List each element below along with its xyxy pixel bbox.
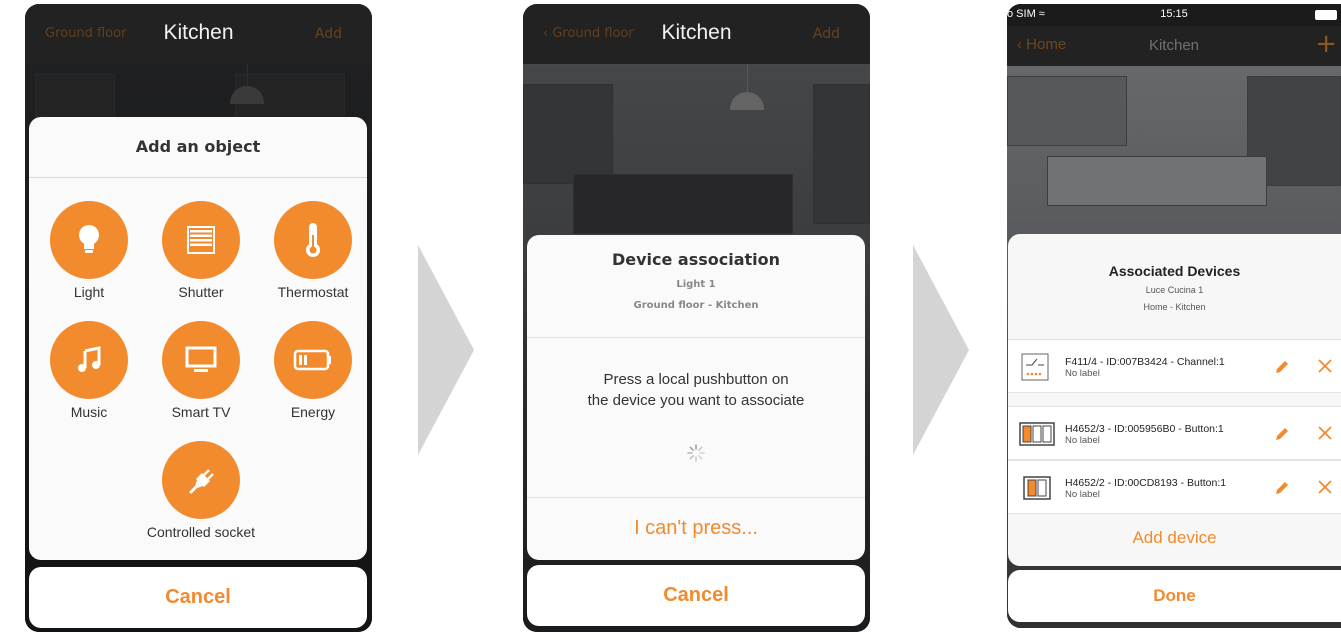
divider bbox=[527, 497, 865, 498]
phone-associated-devices: o SIM ≈ 15:15 ‹ Home Kitchen + Associate… bbox=[1007, 4, 1341, 628]
status-time: 15:15 bbox=[1160, 8, 1188, 20]
object-label: Smart TV bbox=[171, 404, 231, 420]
nav-bar: ‹ Ground floor Kitchen Add bbox=[523, 4, 870, 64]
device-association-sheet: Device association Light 1 Ground floor … bbox=[527, 235, 865, 560]
cant-press-button[interactable]: I can't press... bbox=[527, 517, 865, 540]
phone-device-association: ‹ Ground floor Kitchen Add Device associ… bbox=[523, 4, 870, 632]
object-label: Controlled socket bbox=[146, 524, 256, 540]
battery-icon bbox=[1315, 10, 1337, 20]
triple-button-icon bbox=[1019, 420, 1055, 448]
device-label: No label bbox=[1065, 489, 1100, 500]
cancel-button[interactable]: Cancel bbox=[527, 565, 865, 626]
spinner-icon bbox=[687, 444, 705, 462]
object-energy[interactable]: Energy bbox=[263, 321, 363, 420]
object-thermostat[interactable]: Thermostat bbox=[263, 201, 363, 300]
object-controlled-socket[interactable]: Controlled socket bbox=[131, 441, 271, 540]
close-icon[interactable] bbox=[1315, 356, 1335, 376]
nav-add-button[interactable]: Add bbox=[813, 26, 840, 42]
battery-icon bbox=[274, 321, 352, 399]
instruction-line-2: the device you want to associate bbox=[587, 392, 805, 409]
music-note-icon bbox=[50, 321, 128, 399]
status-bar: o SIM ≈ 15:15 bbox=[1007, 4, 1341, 26]
divider bbox=[527, 337, 865, 338]
object-shutter[interactable]: Shutter bbox=[151, 201, 251, 300]
instruction-line-1: Press a local pushbutton on bbox=[603, 371, 789, 388]
add-object-sheet: Add an object Light Shutter Thermostat M… bbox=[29, 117, 367, 560]
device-label: No label bbox=[1065, 435, 1100, 446]
device-row[interactable]: H4652/2 - ID:00CD8193 - Button:1 No labe… bbox=[1008, 460, 1341, 514]
close-icon[interactable] bbox=[1315, 477, 1335, 497]
nav-add-button[interactable]: Add bbox=[315, 26, 342, 42]
device-label: No label bbox=[1065, 368, 1100, 379]
shutter-icon bbox=[162, 201, 240, 279]
object-light[interactable]: Light bbox=[39, 201, 139, 300]
stage: Ground floor Kitchen Add Add an object L… bbox=[0, 0, 1341, 632]
device-id: H4652/2 - ID:00CD8193 - Button:1 bbox=[1065, 477, 1227, 489]
done-button[interactable]: Done bbox=[1008, 570, 1341, 622]
object-smart-tv[interactable]: Smart TV bbox=[151, 321, 251, 420]
object-label: Energy bbox=[290, 404, 336, 420]
device-id: H4652/3 - ID:005956B0 - Button:1 bbox=[1065, 423, 1224, 435]
add-device-button[interactable]: Add device bbox=[1008, 528, 1341, 548]
instruction-text: Press a local pushbutton on the device y… bbox=[527, 369, 865, 411]
tv-icon bbox=[162, 321, 240, 399]
nav-bar: ‹ Home Kitchen + bbox=[1007, 26, 1341, 66]
object-music[interactable]: Music bbox=[39, 321, 139, 420]
sheet-title: Add an object bbox=[29, 117, 367, 178]
object-label: Thermostat bbox=[277, 284, 349, 300]
device-row[interactable]: F411/4 - ID:007B3424 - Channel:1 No labe… bbox=[1008, 339, 1341, 393]
nav-title: Kitchen bbox=[1148, 37, 1200, 54]
cancel-button[interactable]: Cancel bbox=[29, 567, 367, 628]
device-name: Light 1 bbox=[676, 279, 716, 290]
sheet-title: Associated Devices bbox=[1108, 263, 1241, 279]
object-label: Shutter bbox=[178, 284, 224, 300]
pencil-icon[interactable] bbox=[1272, 357, 1292, 377]
sheet-title: Device association bbox=[611, 250, 781, 269]
device-row[interactable]: H4652/3 - ID:005956B0 - Button:1 No labe… bbox=[1008, 406, 1341, 460]
device-id: F411/4 - ID:007B3424 - Channel:1 bbox=[1065, 356, 1225, 368]
step-arrow-icon bbox=[418, 245, 474, 455]
double-button-icon bbox=[1023, 474, 1051, 502]
device-location: Ground floor - Kitchen bbox=[633, 300, 759, 311]
object-label: Music bbox=[70, 404, 108, 420]
associated-devices-sheet: Associated Devices Luce Cucina 1 Home - … bbox=[1008, 234, 1341, 566]
thermometer-icon bbox=[274, 201, 352, 279]
bulb-icon bbox=[50, 201, 128, 279]
phone-add-object: Ground floor Kitchen Add Add an object L… bbox=[25, 4, 372, 632]
object-label: Light bbox=[73, 284, 105, 300]
device-location: Home - Kitchen bbox=[1143, 302, 1206, 312]
pencil-icon[interactable] bbox=[1272, 424, 1292, 444]
plug-icon bbox=[162, 441, 240, 519]
switch-module-icon bbox=[1021, 353, 1049, 381]
close-icon[interactable] bbox=[1315, 423, 1335, 443]
nav-bar: Ground floor Kitchen Add bbox=[25, 4, 372, 64]
add-icon[interactable]: + bbox=[1315, 29, 1337, 59]
pencil-icon[interactable] bbox=[1272, 478, 1292, 498]
step-arrow-icon bbox=[913, 245, 969, 455]
device-name: Luce Cucina 1 bbox=[1145, 285, 1204, 295]
